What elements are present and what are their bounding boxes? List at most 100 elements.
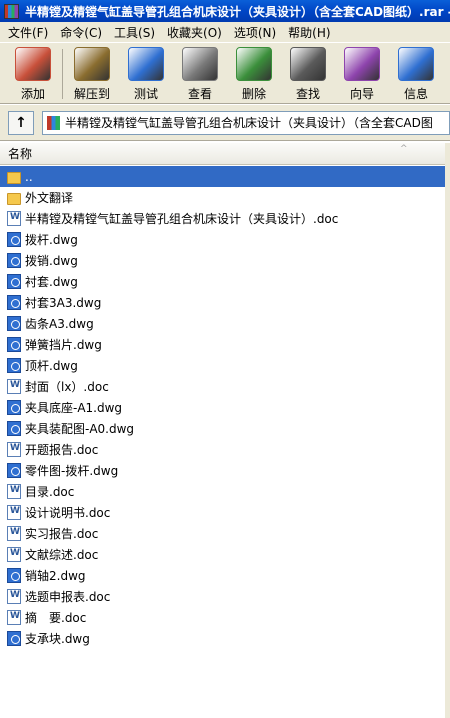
- list-item[interactable]: 弹簧挡片.dwg: [0, 334, 445, 355]
- file-name: 设计说明书.doc: [25, 506, 111, 520]
- dwg-file-icon: [7, 316, 21, 331]
- toolbar-button-0[interactable]: 添加: [6, 43, 60, 103]
- file-name: 销轴2.dwg: [25, 569, 86, 583]
- file-name: 弹簧挡片.dwg: [25, 338, 102, 352]
- word-doc-icon: [7, 547, 21, 562]
- file-name: 摘 要.doc: [25, 611, 87, 625]
- extract-to-icon: [74, 47, 110, 81]
- list-item[interactable]: 文献综述.doc: [0, 544, 445, 565]
- toolbar-button-2[interactable]: 测试: [119, 43, 173, 103]
- list-item[interactable]: 衬套3A3.dwg: [0, 292, 445, 313]
- toolbar-button-label: 添加: [20, 87, 45, 101]
- dwg-file-icon: [7, 358, 21, 373]
- toolbar-button-5[interactable]: 查找: [281, 43, 335, 103]
- file-name: 拨销.dwg: [25, 254, 78, 268]
- list-item[interactable]: 夹具装配图-A0.dwg: [0, 418, 445, 439]
- dwg-file-icon: [7, 568, 21, 583]
- scrollbar-edge: [445, 143, 450, 718]
- file-name: 齿条A3.dwg: [25, 317, 94, 331]
- folder-icon: [7, 192, 21, 205]
- list-item[interactable]: 设计说明书.doc: [0, 502, 445, 523]
- file-name: 选题申报表.doc: [25, 590, 111, 604]
- toolbar-button-6[interactable]: 向导: [335, 43, 389, 103]
- toolbar-button-label: 向导: [349, 87, 374, 101]
- list-item[interactable]: 外文翻译: [0, 187, 445, 208]
- wizard-icon: [344, 47, 380, 81]
- file-name: 开题报告.doc: [25, 443, 99, 457]
- list-item[interactable]: 拨杆.dwg: [0, 229, 445, 250]
- list-item[interactable]: 夹具底座-A1.dwg: [0, 397, 445, 418]
- list-item[interactable]: 顶杆.dwg: [0, 355, 445, 376]
- delete-icon: [236, 47, 272, 81]
- list-item[interactable]: 半精镗及精镗气缸盖导管孔组合机床设计（夹具设计）.doc: [0, 208, 445, 229]
- toolbar-button-label: 测试: [133, 87, 158, 101]
- add-archive-icon: [15, 47, 51, 81]
- toolbar-button-3[interactable]: 查看: [173, 43, 227, 103]
- toolbar-button-label: 解压到: [73, 87, 110, 101]
- file-name: 半精镗及精镗气缸盖导管孔组合机床设计（夹具设计）.doc: [25, 212, 339, 226]
- word-doc-icon: [7, 442, 21, 457]
- file-name: 封面（lx）.doc: [25, 380, 109, 394]
- toolbar-button-label: 删除: [241, 87, 266, 101]
- list-item[interactable]: 支承块.dwg: [0, 628, 445, 649]
- dwg-file-icon: [7, 295, 21, 310]
- word-doc-icon: [7, 505, 21, 520]
- file-name: 夹具装配图-A0.dwg: [25, 422, 135, 436]
- list-item[interactable]: 开题报告.doc: [0, 439, 445, 460]
- word-doc-icon: [7, 610, 21, 625]
- list-item[interactable]: 选题申报表.doc: [0, 586, 445, 607]
- find-icon: [290, 47, 326, 81]
- dwg-file-icon: [7, 421, 21, 436]
- file-name: 夹具底座-A1.dwg: [25, 401, 123, 415]
- title-bar: 半精镗及精镗气缸盖导管孔组合机床设计（夹具设计）（含全套CAD图纸）.rar -: [0, 0, 450, 22]
- toolbar: 添加 解压到 测试 查看 删除 查找 向导 信息: [0, 42, 450, 104]
- path-field[interactable]: 半精镗及精镗气缸盖导管孔组合机床设计（夹具设计）（含全套CAD图: [42, 110, 450, 135]
- menu-favorites[interactable]: 收藏夹(O): [161, 24, 228, 41]
- word-doc-icon: [7, 526, 21, 541]
- toolbar-button-1[interactable]: 解压到: [65, 43, 119, 103]
- test-icon: [128, 47, 164, 81]
- column-header-label: 名称: [8, 147, 33, 161]
- menu-help[interactable]: 帮助(H): [282, 24, 336, 41]
- up-folder-button[interactable]: ↑: [8, 110, 34, 135]
- list-item[interactable]: 衬套.dwg: [0, 271, 445, 292]
- file-name: 支承块.dwg: [25, 632, 90, 646]
- word-doc-icon: [7, 484, 21, 499]
- file-name: 实习报告.doc: [25, 527, 99, 541]
- column-header-name[interactable]: 名称 ^: [0, 143, 450, 165]
- file-name: ..: [25, 169, 33, 184]
- toolbar-button-4[interactable]: 删除: [227, 43, 281, 103]
- list-item[interactable]: 摘 要.doc: [0, 607, 445, 628]
- file-name: 衬套.dwg: [25, 275, 78, 289]
- list-item[interactable]: 零件图-拨杆.dwg: [0, 460, 445, 481]
- list-item[interactable]: 实习报告.doc: [0, 523, 445, 544]
- dwg-file-icon: [7, 253, 21, 268]
- list-item[interactable]: 封面（lx）.doc: [0, 376, 445, 397]
- dwg-file-icon: [7, 274, 21, 289]
- menu-tools[interactable]: 工具(S): [108, 24, 161, 41]
- toolbar-separator: [62, 49, 63, 99]
- file-name: 外文翻译: [25, 191, 74, 205]
- dwg-file-icon: [7, 400, 21, 415]
- word-doc-icon: [7, 589, 21, 604]
- path-text: 半精镗及精镗气缸盖导管孔组合机床设计（夹具设计）（含全套CAD图: [65, 116, 433, 130]
- word-doc-icon: [7, 211, 21, 226]
- list-item[interactable]: ..: [0, 166, 445, 187]
- view-icon: [182, 47, 218, 81]
- file-name: 目录.doc: [25, 485, 75, 499]
- list-item[interactable]: 销轴2.dwg: [0, 565, 445, 586]
- file-name: 文献综述.doc: [25, 548, 99, 562]
- menu-file[interactable]: 文件(F): [2, 24, 54, 41]
- folder-icon: [7, 171, 21, 184]
- archive-icon: [47, 115, 60, 130]
- file-name: 衬套3A3.dwg: [25, 296, 102, 310]
- file-name: 顶杆.dwg: [25, 359, 78, 373]
- list-item[interactable]: 拨销.dwg: [0, 250, 445, 271]
- toolbar-button-label: 信息: [403, 87, 428, 101]
- sort-arrow-icon: ^: [400, 144, 408, 154]
- list-item[interactable]: 齿条A3.dwg: [0, 313, 445, 334]
- menu-commands[interactable]: 命令(C): [54, 24, 108, 41]
- list-item[interactable]: 目录.doc: [0, 481, 445, 502]
- toolbar-button-7[interactable]: 信息: [389, 43, 443, 103]
- menu-options[interactable]: 选项(N): [228, 24, 282, 41]
